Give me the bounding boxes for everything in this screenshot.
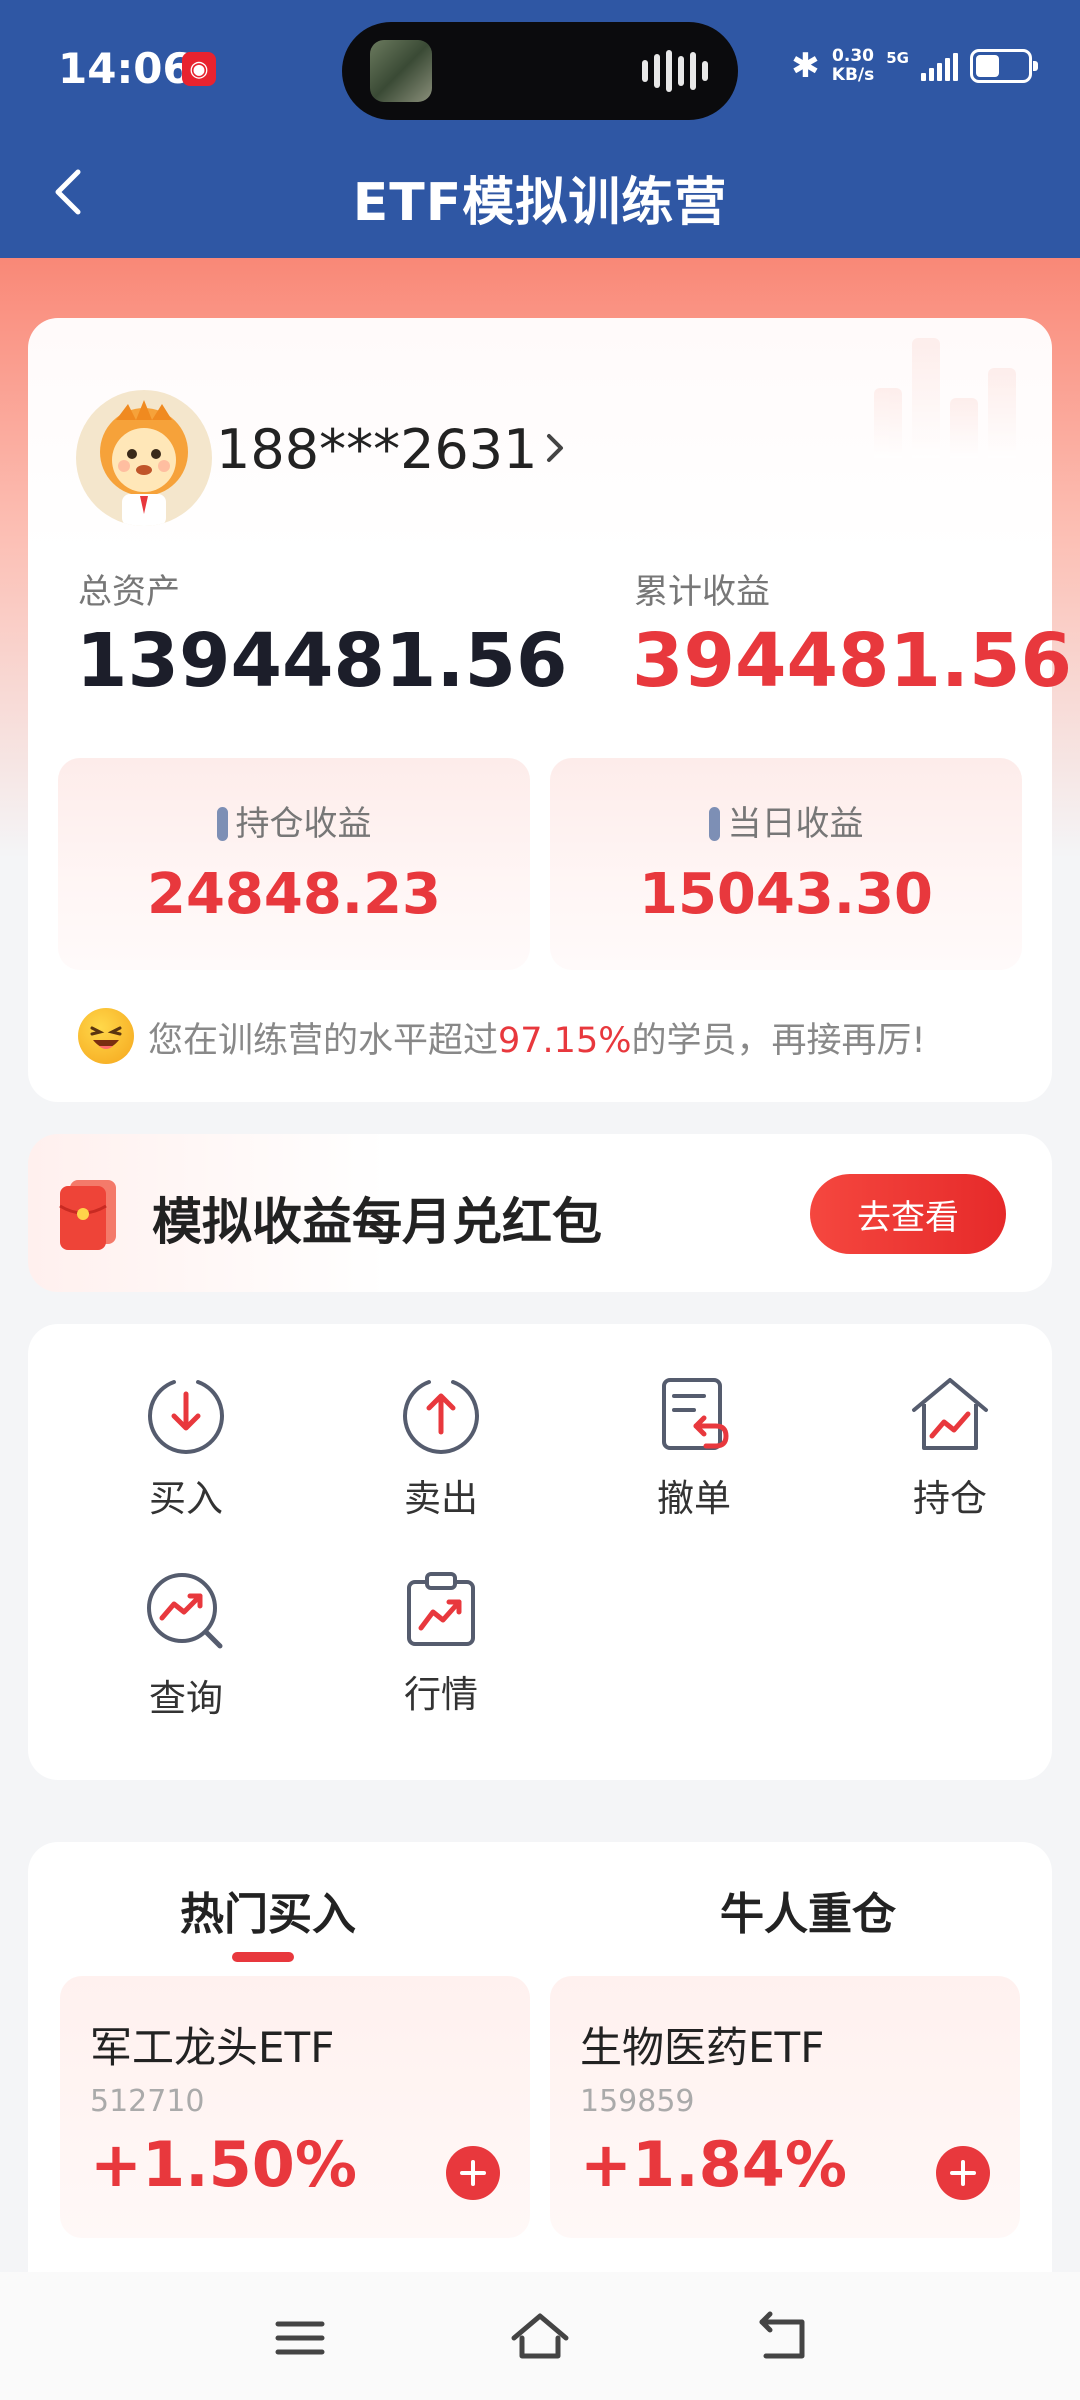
view-button[interactable]: 去查看	[810, 1174, 1006, 1254]
add-icon[interactable]	[936, 2146, 990, 2200]
add-icon[interactable]	[446, 2146, 500, 2200]
bluetooth-icon: ✱	[791, 46, 820, 86]
red-packet-banner[interactable]: 模拟收益每月兑红包 去查看	[28, 1134, 1052, 1292]
action-grid: 买入 卖出 撤单 持仓 查询 行情	[28, 1324, 1052, 1780]
chevron-right-icon[interactable]	[540, 428, 570, 468]
etf-change: +1.50%	[90, 2128, 358, 2201]
tab-hot-buy[interactable]: 热门买入	[28, 1878, 508, 1942]
etf-code: 159859	[580, 2084, 695, 2119]
action-cancel-order[interactable]: 撤单	[594, 1374, 794, 1522]
avatar[interactable]	[76, 390, 212, 526]
menu-icon[interactable]	[270, 2310, 330, 2366]
app-header: 14:06 ◉ ✱ 0.30 KB/s 5G ETF模拟训练营	[0, 0, 1080, 258]
sell-icon	[403, 1380, 479, 1454]
decorative-bars	[874, 338, 1016, 458]
total-assets-label: 总资产	[78, 572, 180, 612]
cumulative-profit-value: 394481.56	[632, 618, 1073, 704]
cancel-order-icon	[662, 1378, 729, 1450]
rank-percent: 97.15%	[498, 1021, 632, 1061]
action-buy[interactable]: 买入	[86, 1374, 286, 1522]
banner-title: 模拟收益每月兑红包	[152, 1193, 602, 1251]
action-label: 持仓	[913, 1477, 987, 1520]
daily-profit-value: 15043.30	[638, 862, 934, 927]
holding-profit-box: 持仓收益 24848.23	[58, 758, 530, 970]
signal-icon	[921, 51, 958, 81]
action-query[interactable]: 查询	[86, 1570, 286, 1722]
audio-wave-icon	[642, 50, 708, 92]
network-type: 5G	[886, 49, 909, 67]
etf-item[interactable]: 生物医药ETF 159859 +1.84%	[550, 1976, 1020, 2238]
battery-icon	[970, 49, 1038, 83]
page-title: ETF模拟训练营	[352, 173, 728, 233]
status-time: 14:06	[58, 44, 192, 93]
action-holdings[interactable]: 持仓	[850, 1374, 1050, 1522]
etf-item[interactable]: 军工龙头ETF 512710 +1.50%	[60, 1976, 530, 2238]
account-card: 188***2631 总资产 累计收益 1394481.56 394481.56…	[28, 318, 1072, 1102]
tab-active-indicator	[232, 1952, 294, 1962]
user-phone[interactable]: 188***2631	[216, 418, 538, 481]
total-assets-value: 1394481.56	[76, 618, 568, 704]
etf-code: 512710	[90, 2084, 205, 2119]
holding-profit-label: 持仓收益	[235, 804, 372, 844]
buy-icon	[148, 1380, 224, 1454]
action-market[interactable]: 行情	[341, 1570, 541, 1718]
market-icon	[407, 1572, 475, 1646]
etf-name: 军工龙头ETF	[90, 2023, 335, 2072]
label-marker-icon	[216, 807, 228, 841]
lion-avatar-icon	[100, 400, 188, 526]
netease-music-icon: ◉	[182, 52, 216, 86]
action-label: 行情	[404, 1673, 478, 1716]
action-sell[interactable]: 卖出	[341, 1374, 541, 1522]
action-label: 买入	[149, 1477, 223, 1520]
network-speed: 0.30 KB/s	[831, 46, 875, 85]
holding-profit-value: 24848.23	[146, 862, 442, 927]
action-label: 卖出	[404, 1477, 478, 1520]
daily-profit-label: 当日收益	[727, 804, 864, 844]
daily-profit-box: 当日收益 15043.30	[550, 758, 1022, 970]
query-icon	[147, 1573, 223, 1649]
etf-name: 生物医药ETF	[580, 2023, 825, 2072]
rank-text: 您在训练营的水平超过97.15%的学员，再接再厉!	[148, 1021, 926, 1061]
action-label: 撤单	[657, 1477, 731, 1520]
etf-change: +1.84%	[580, 2128, 848, 2201]
holdings-icon	[912, 1378, 988, 1450]
action-label: 查询	[149, 1677, 223, 1720]
system-nav-bar	[0, 2272, 1080, 2400]
cumulative-profit-label: 累计收益	[634, 572, 770, 612]
back-icon[interactable]	[752, 2310, 812, 2366]
red-packet-icon	[59, 1180, 116, 1250]
status-bar: 14:06 ◉ ✱ 0.30 KB/s 5G	[0, 0, 1080, 140]
album-art-thumbnail	[370, 40, 432, 102]
smile-emoji-icon	[78, 1008, 134, 1064]
system-icons: ✱ 0.30 KB/s 5G	[791, 46, 1038, 86]
dynamic-island[interactable]	[342, 22, 738, 120]
home-icon[interactable]	[510, 2310, 570, 2366]
label-marker-icon	[708, 807, 720, 841]
tab-expert-holdings[interactable]: 牛人重仓	[568, 1878, 1048, 1942]
